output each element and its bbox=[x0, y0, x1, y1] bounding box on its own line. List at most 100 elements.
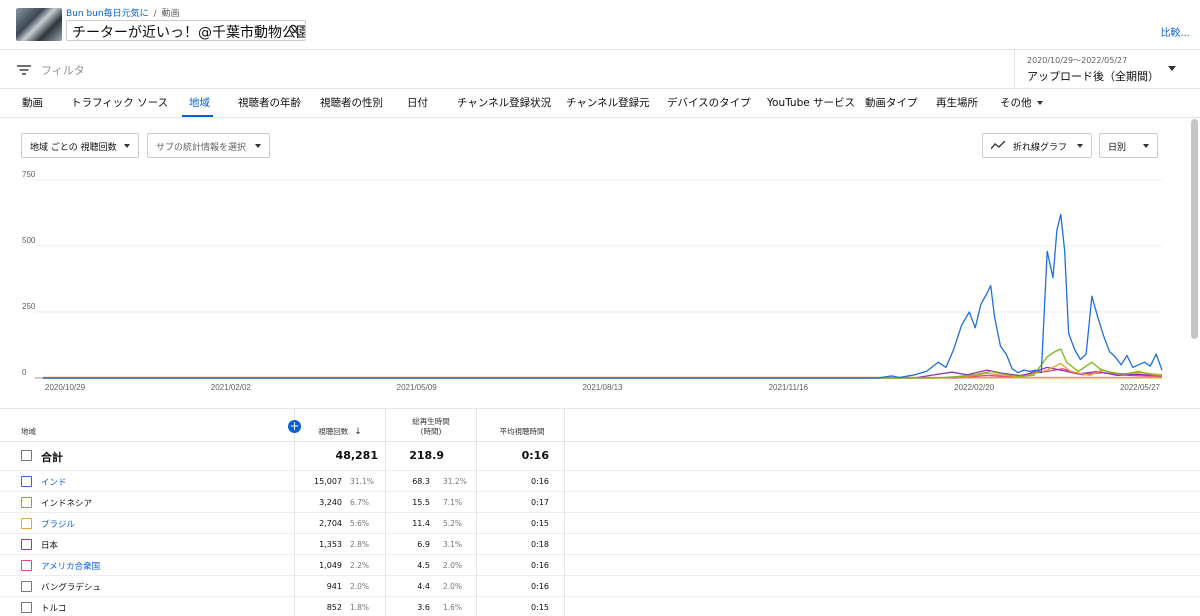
video-title-selector[interactable]: チーターが近いっ！@千葉市動物公園 bbox=[66, 20, 306, 41]
compare-link[interactable]: 比較... bbox=[1160, 24, 1190, 39]
tab-subscription-status[interactable]: チャンネル登録状況 bbox=[457, 95, 551, 110]
row-checkbox[interactable] bbox=[21, 602, 32, 613]
tab-geography[interactable]: 地域 bbox=[189, 95, 210, 110]
table-row: バングラデシュ 941 2.0% 4.4 2.0% 0:16 bbox=[0, 576, 1200, 597]
x-tick-label: 2022/02/20 bbox=[954, 383, 995, 392]
header-overflow-marks bbox=[1108, 0, 1148, 4]
watch-time-value: 15.5 bbox=[412, 498, 430, 507]
tab-date[interactable]: 日付 bbox=[407, 95, 428, 110]
region-name: バングラデシュ bbox=[41, 583, 101, 593]
tab-more-label: その他 bbox=[1000, 97, 1032, 109]
views-value: 941 bbox=[326, 582, 342, 591]
interval-dropdown[interactable]: 日別 bbox=[1099, 133, 1158, 158]
chevron-down-icon bbox=[1036, 101, 1043, 105]
line-chart-icon bbox=[991, 140, 1005, 150]
table-row: インドネシア 3,240 6.7% 15.5 7.1% 0:17 bbox=[0, 492, 1200, 513]
row-checkbox[interactable] bbox=[21, 581, 32, 592]
interval-label: 日別 bbox=[1108, 143, 1127, 153]
region-table: 地域 + 視聴回数 ↓ 総再生時間 (時間) 平均視聴時間 合計 48,281 2… bbox=[0, 408, 1200, 616]
x-tick-label: 2020/10/29 bbox=[45, 383, 86, 392]
video-title: チーターが近いっ！@千葉市動物公園 bbox=[72, 25, 306, 41]
watch-time-value: 11.4 bbox=[412, 519, 430, 528]
chevron-down-icon bbox=[1143, 144, 1149, 148]
filter-icon[interactable] bbox=[17, 64, 31, 76]
breadcrumb-section: 動画 bbox=[161, 9, 180, 19]
tab-content-type[interactable]: 動画タイプ bbox=[865, 95, 918, 110]
watch-time-value: 4.5 bbox=[417, 561, 430, 570]
region-name[interactable]: ブラジル bbox=[41, 518, 75, 530]
row-checkbox[interactable] bbox=[21, 450, 32, 461]
chevron-down-icon bbox=[1168, 66, 1176, 71]
period-value: アップロード後（全期間） bbox=[1027, 70, 1159, 83]
views-percent: 1.8% bbox=[350, 603, 370, 612]
period-range: 2020/10/29〜2022/05/27 bbox=[1027, 56, 1128, 65]
table-row: 日本 1,353 2.8% 6.9 3.1% 0:18 bbox=[0, 534, 1200, 555]
table-header: 地域 + 視聴回数 ↓ 総再生時間 (時間) 平均視聴時間 bbox=[0, 409, 1200, 442]
table-row: ブラジル 2,704 5.6% 11.4 5.2% 0:15 bbox=[0, 513, 1200, 534]
row-checkbox[interactable] bbox=[21, 518, 32, 529]
tab-playback-location[interactable]: 再生場所 bbox=[936, 95, 978, 110]
region-name[interactable]: インド bbox=[41, 476, 67, 488]
row-checkbox[interactable] bbox=[21, 497, 32, 508]
region-name[interactable]: アメリカ合衆国 bbox=[41, 560, 100, 572]
breadcrumb: Bun bun毎日元気に / 動画 bbox=[66, 6, 180, 19]
avg-duration-value: 0:18 bbox=[531, 540, 549, 549]
watch-time-percent: 1.6% bbox=[443, 603, 463, 612]
filter-input[interactable]: フィルタ bbox=[41, 62, 85, 78]
avg-duration-value: 0:16 bbox=[531, 582, 549, 591]
watch-time-value: 4.4 bbox=[417, 582, 430, 591]
watch-time-percent: 7.1% bbox=[443, 498, 463, 507]
active-tab-indicator bbox=[182, 115, 213, 117]
tab-more[interactable]: その他 bbox=[1000, 95, 1043, 110]
tab-viewer-gender[interactable]: 視聴者の性別 bbox=[320, 95, 383, 110]
chevron-down-icon bbox=[255, 144, 261, 148]
tab-device-type[interactable]: デバイスのタイプ bbox=[667, 95, 751, 110]
chevron-down-icon bbox=[124, 144, 130, 148]
avg-duration-value: 0:15 bbox=[531, 519, 549, 528]
watch-time-percent: 31.2% bbox=[443, 477, 467, 486]
views-percent: 2.0% bbox=[350, 582, 370, 591]
watch-time-percent: 3.1% bbox=[443, 540, 463, 549]
x-tick-label: 2022/05/27 bbox=[1120, 383, 1161, 392]
views-line-chart: 0 250 500 750 2020/10/29 2021/02/02 2021/05/09… bbox=[22, 170, 1163, 392]
breadcrumb-channel[interactable]: Bun bun毎日元気に bbox=[66, 9, 149, 19]
avg-duration-value: 0:16 bbox=[531, 477, 549, 486]
row-checkbox[interactable] bbox=[21, 476, 32, 487]
table-row: トルコ 852 1.8% 3.6 1.6% 0:15 bbox=[0, 597, 1200, 616]
table-row-total: 合計 48,281 218.9 0:16 bbox=[0, 442, 1200, 471]
tab-traffic-source[interactable]: トラフィック ソース bbox=[71, 95, 168, 110]
region-name: インドネシア bbox=[41, 499, 93, 509]
views-percent: 6.7% bbox=[350, 498, 370, 507]
row-checkbox[interactable] bbox=[21, 539, 32, 550]
column-header-views[interactable]: 視聴回数 ↓ bbox=[300, 427, 380, 437]
video-thumbnail[interactable] bbox=[16, 8, 62, 41]
sort-desc-icon: ↓ bbox=[354, 427, 362, 437]
series-line[interactable] bbox=[43, 368, 1163, 379]
secondary-metric-label: サブの統計情報を選択 bbox=[156, 143, 247, 153]
secondary-metric-dropdown[interactable]: サブの統計情報を選択 bbox=[147, 133, 270, 158]
row-checkbox[interactable] bbox=[21, 560, 32, 571]
avg-duration-value: 0:17 bbox=[531, 498, 549, 507]
tab-viewer-age[interactable]: 視聴者の年齢 bbox=[238, 95, 301, 110]
views-percent: 2.2% bbox=[350, 561, 370, 570]
header: Bun bun毎日元気に / 動画 チーターが近いっ！@千葉市動物公園 比較... bbox=[0, 0, 1200, 50]
series-line[interactable] bbox=[43, 213, 1163, 379]
filter-bar: フィルタ 2020/10/29〜2022/05/27 アップロード後（全期間） bbox=[0, 50, 1200, 89]
avg-duration-value: 0:16 bbox=[531, 561, 549, 570]
views-value: 852 bbox=[326, 603, 342, 612]
watch-time-value: 68.3 bbox=[412, 477, 430, 486]
column-header-views-label: 視聴回数 bbox=[318, 427, 349, 436]
column-header-avg-duration[interactable]: 平均視聴時間 bbox=[482, 427, 562, 437]
tab-video[interactable]: 動画 bbox=[22, 95, 43, 110]
period-selector[interactable]: 2020/10/29〜2022/05/27 アップロード後（全期間） bbox=[1014, 50, 1200, 89]
metric-dropdown-label: 地域 ごとの 視聴回数 bbox=[30, 143, 117, 153]
views-percent: 2.8% bbox=[350, 540, 370, 549]
chart-type-dropdown[interactable]: 折れ線グラフ bbox=[982, 133, 1092, 158]
tab-subscription-source[interactable]: チャンネル登録元 bbox=[566, 95, 650, 110]
column-header-watch-time[interactable]: 総再生時間 (時間) bbox=[390, 417, 472, 437]
tab-youtube-product[interactable]: YouTube サービス bbox=[767, 95, 855, 110]
dimension-tabs: 動画 トラフィック ソース 地域 視聴者の年齢 視聴者の性別 日付 チャンネル登… bbox=[0, 89, 1200, 118]
y-tick-label: 0 bbox=[22, 368, 27, 377]
metric-dropdown[interactable]: 地域 ごとの 視聴回数 bbox=[21, 133, 139, 158]
watch-time-value: 6.9 bbox=[417, 540, 430, 549]
